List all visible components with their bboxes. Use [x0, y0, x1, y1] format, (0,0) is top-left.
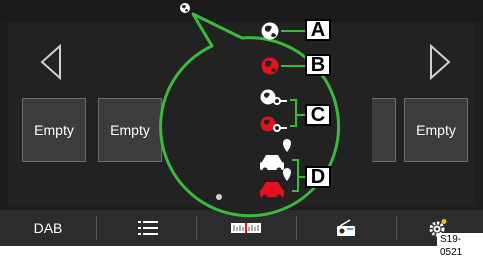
globe-online-icon [261, 22, 279, 40]
callout-label-c: C [305, 104, 331, 126]
callout-label-a: A [305, 19, 331, 41]
globe-offline-icon [261, 57, 279, 75]
magnifier-callout [159, 12, 341, 218]
callout-label-d: D [305, 166, 331, 188]
figure-reference: S19-0521 [437, 233, 483, 258]
callout-label-b: B [305, 54, 331, 76]
